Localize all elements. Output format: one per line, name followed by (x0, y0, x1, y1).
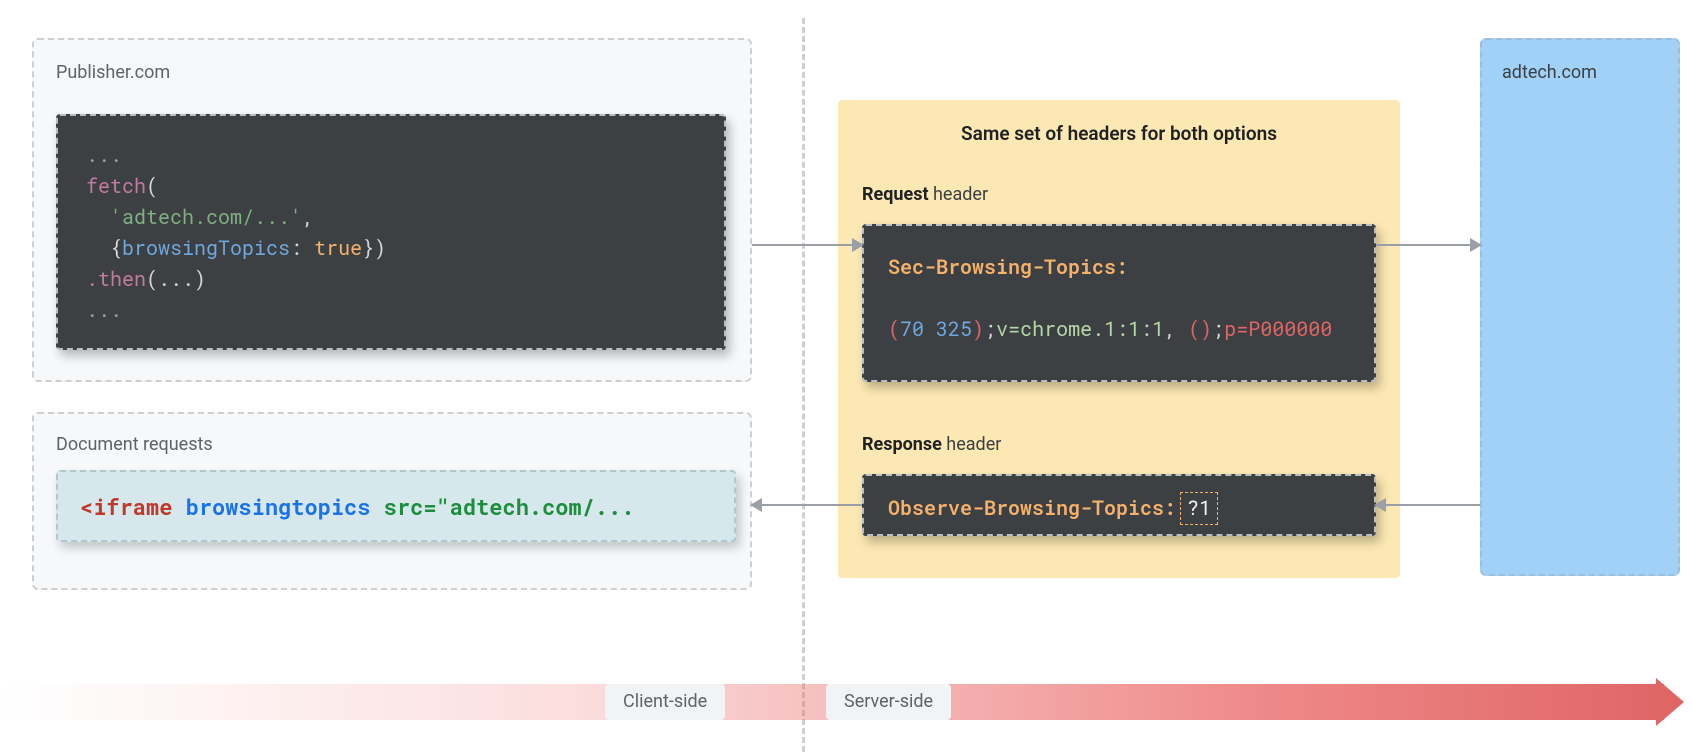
iframe-attr-browsingtopics: browsingtopics (186, 492, 371, 521)
iframe-tag: iframe (93, 492, 172, 521)
req-comma: , (1164, 316, 1188, 342)
document-requests-label: Document requests (56, 434, 213, 455)
arrow-adtech-to-response (1376, 504, 1480, 506)
req-paren-empty: () (1188, 316, 1212, 342)
req-semi-2: ; (1212, 316, 1224, 342)
req-paren-close: ) (972, 316, 984, 342)
iframe-attr-src: src (384, 492, 424, 521)
iframe-eq: = (423, 492, 436, 521)
arrow-publisher-to-headers (752, 244, 862, 246)
code-then: .then (86, 266, 146, 292)
iframe-code-block: <iframe browsingtopics src="adtech.com/.… (56, 470, 736, 542)
request-header-block: Sec-Browsing-Topics: (70 325);v=chrome.1… (862, 224, 1376, 382)
adtech-label: adtech.com (1502, 62, 1597, 83)
publisher-label: Publisher.com (56, 62, 170, 83)
code-ellipsis: ... (86, 142, 122, 168)
response-header-block: Observe-Browsing-Topics:?1 (862, 474, 1376, 536)
code-option-value: true (314, 235, 362, 261)
resp-header-name: Observe-Browsing-Topics: (888, 495, 1176, 521)
code-brace-close: } (362, 235, 374, 261)
code-ellipsis-end: ... (86, 297, 122, 323)
code-close-paren: ) (374, 235, 386, 261)
req-num-2: 325 (936, 316, 972, 342)
iframe-quote-open: " (436, 492, 449, 521)
arrow-headers-to-adtech (1376, 244, 1480, 246)
code-url-arg: 'adtech.com/...' (110, 204, 302, 230)
iframe-src-value: adtech.com/... (450, 492, 635, 521)
code-open-paren: ( (146, 173, 158, 199)
code-brace-open: { (110, 235, 122, 261)
req-header-name: Sec-Browsing-Topics: (888, 254, 1128, 280)
client-side-label: Client-side (605, 684, 725, 720)
code-then-args: (...) (146, 266, 206, 292)
req-semi: ; (984, 316, 996, 342)
resp-header-value: ?1 (1180, 492, 1218, 525)
request-header-label: Request header (862, 184, 988, 205)
req-paren-open: ( (888, 316, 900, 342)
iframe-lt: < (80, 492, 93, 521)
code-comma: , (302, 204, 314, 230)
code-option-key: browsingTopics (122, 235, 290, 261)
code-colon: : (290, 235, 314, 261)
client-server-divider (802, 18, 805, 752)
server-side-label: Server-side (826, 684, 951, 720)
fetch-code-block: ... fetch( 'adtech.com/...', {browsingTo… (56, 114, 726, 350)
req-p-eq: p= (1224, 316, 1248, 342)
req-v-val: chrome.1:1:1 (1020, 316, 1164, 342)
adtech-panel (1480, 38, 1680, 576)
headers-panel-title: Same set of headers for both options (838, 122, 1400, 145)
req-v-eq: v= (996, 316, 1020, 342)
req-num-1: 70 (900, 316, 924, 342)
code-fetch: fetch (86, 173, 146, 199)
req-p-val: P000000 (1248, 316, 1332, 342)
arrow-response-to-docrequests (752, 504, 862, 506)
response-header-label: Response header (862, 434, 1001, 455)
